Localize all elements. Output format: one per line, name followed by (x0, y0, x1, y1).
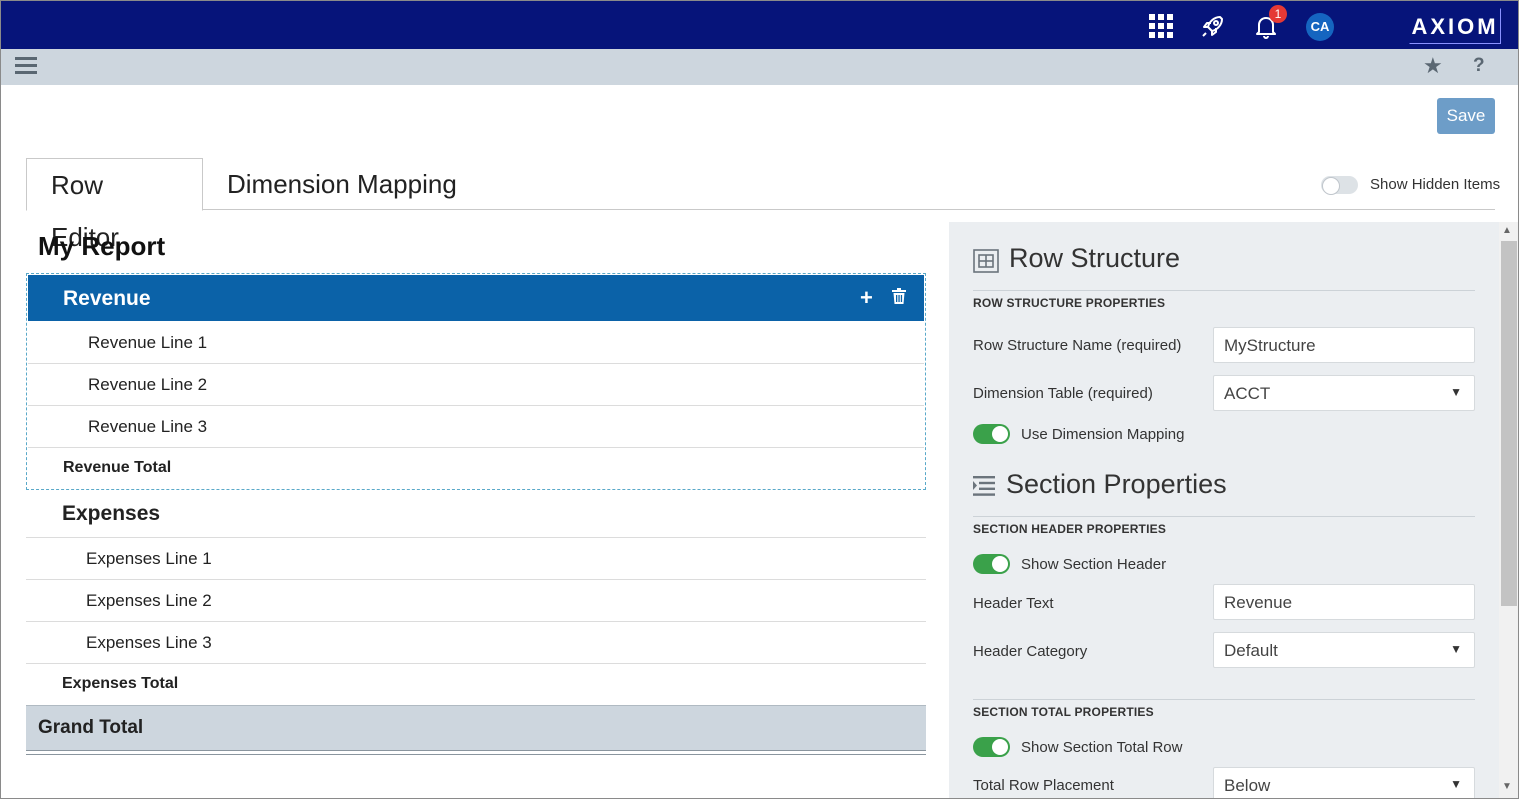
row-structure-heading: Row Structure (1009, 243, 1181, 273)
chevron-down-icon: ▼ (1450, 642, 1462, 656)
row-label: Expenses Line 3 (86, 633, 212, 652)
total-row-placement-value: Below (1224, 776, 1271, 795)
section-revenue[interactable]: Revenue + Revenue Line 1 Revenue Line 2 … (26, 273, 926, 490)
header-category-label: Header Category (973, 643, 1088, 660)
section-header-expenses[interactable]: Expenses (26, 491, 926, 538)
row-label: Expenses Total (62, 675, 179, 692)
divider (26, 754, 926, 755)
section-header-properties-subheading: SECTION HEADER PROPERTIES (973, 522, 1167, 536)
list-item[interactable]: Expenses Line 2 (26, 580, 926, 622)
bell-icon[interactable]: 1 (1251, 5, 1287, 41)
list-item[interactable]: Revenue Line 3 (28, 406, 924, 448)
scrollbar-thumb[interactable] (1501, 241, 1517, 606)
list-item[interactable]: Revenue Line 2 (28, 364, 924, 406)
tab-row-editor[interactable]: Row Editor (26, 158, 203, 252)
star-icon[interactable]: ★ (1423, 53, 1443, 79)
show-hidden-items-label: Show Hidden Items (1370, 176, 1501, 193)
scroll-down-icon[interactable]: ▼ (1502, 781, 1512, 792)
section-total-row[interactable]: Expenses Total (26, 664, 926, 706)
hamburger-menu-icon[interactable] (15, 57, 37, 75)
grand-total-label: Grand Total (38, 717, 144, 738)
section-properties-heading: Section Properties (1006, 469, 1227, 499)
notification-badge: 1 (1269, 5, 1287, 23)
user-avatar[interactable]: CA (1306, 13, 1334, 41)
section-total-row[interactable]: Revenue Total (28, 448, 924, 490)
divider (973, 699, 1475, 700)
tab-bar: Row Editor Dimension Mapping (26, 158, 1495, 252)
show-hidden-items-toggle[interactable] (1321, 176, 1358, 195)
section-header-title: Revenue (63, 287, 151, 310)
use-dimension-mapping-label: Use Dimension Mapping (1021, 426, 1185, 443)
divider (973, 290, 1475, 291)
use-dimension-mapping-toggle[interactable] (973, 424, 1010, 444)
section-header-revenue[interactable]: Revenue + (28, 275, 924, 321)
row-label: Revenue Line 1 (88, 333, 208, 352)
trash-icon[interactable] (892, 288, 906, 309)
header-text-input[interactable]: Revenue (1213, 584, 1475, 620)
row-label: Expenses Line 2 (86, 591, 212, 610)
chevron-down-icon: ▼ (1450, 385, 1462, 399)
section-total-properties-subheading: SECTION TOTAL PROPERTIES (973, 705, 1154, 719)
row-structure-properties-subheading: ROW STRUCTURE PROPERTIES (973, 296, 1166, 310)
row-structure-name-label: Row Structure Name (required) (973, 337, 1182, 354)
row-label: Revenue Total (63, 459, 172, 476)
total-row-placement-select[interactable]: Below ▼ (1213, 767, 1475, 798)
app-window: 1 CA AXIOM ★ ? Save Row Editor Dimension… (0, 0, 1519, 799)
show-section-header-toggle[interactable] (973, 554, 1010, 574)
rocket-icon[interactable] (1198, 11, 1228, 41)
row-label: Revenue Line 3 (88, 417, 208, 436)
apps-grid-icon[interactable] (1146, 11, 1176, 41)
row-structure-name-input[interactable]: MyStructure (1213, 327, 1475, 363)
total-row-placement-label: Total Row Placement (973, 777, 1114, 794)
top-nav-bar: 1 CA AXIOM (1, 1, 1518, 49)
save-button[interactable]: Save (1437, 98, 1495, 134)
tab-dimension-mapping[interactable]: Dimension Mapping (203, 158, 481, 210)
app-toolbar: ★ ? (1, 49, 1518, 85)
chevron-down-icon: ▼ (1450, 777, 1462, 791)
dimension-table-label: Dimension Table (required) (973, 385, 1153, 402)
header-category-select[interactable]: Default ▼ (1213, 632, 1475, 668)
dimension-table-select[interactable]: ACCT ▼ (1213, 375, 1475, 411)
list-item[interactable]: Expenses Line 1 (26, 538, 926, 580)
section-header-title: Expenses (62, 502, 161, 525)
report-title: My Report (38, 231, 166, 261)
grand-total-row[interactable]: Grand Total (26, 705, 926, 751)
divider (973, 516, 1475, 517)
show-section-header-label: Show Section Header (1021, 556, 1167, 573)
scroll-up-icon[interactable]: ▲ (1502, 225, 1512, 236)
list-item[interactable]: Revenue Line 1 (28, 322, 924, 364)
brand-logo: AXIOM (1409, 8, 1501, 44)
header-text-label: Header Text (973, 595, 1054, 612)
section-properties-icon (973, 476, 995, 501)
show-section-total-label: Show Section Total Row (1021, 739, 1183, 756)
list-item[interactable]: Expenses Line 3 (26, 622, 926, 664)
help-icon[interactable]: ? (1473, 55, 1485, 77)
header-category-value: Default (1224, 641, 1278, 660)
dimension-table-value: ACCT (1224, 384, 1271, 403)
row-structure-icon (973, 249, 999, 278)
row-label: Revenue Line 2 (88, 375, 208, 394)
show-section-total-toggle[interactable] (973, 737, 1010, 757)
row-label: Expenses Line 1 (86, 549, 212, 568)
add-icon[interactable]: + (860, 285, 873, 311)
